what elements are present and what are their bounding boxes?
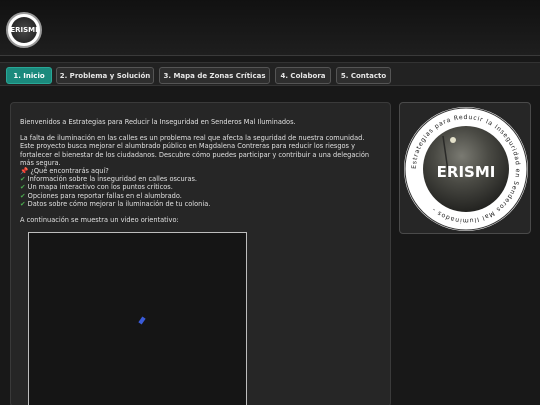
list-item: ✔ Un mapa interactivo con los puntos crí… [20,183,382,191]
logo-small[interactable]: ERISMI [6,12,42,48]
question-text: ¿Qué encontrarás aquí? [30,167,109,176]
tab-inicio[interactable]: 1. Inicio [6,67,52,84]
list-item: ✔ Opciones para reportar fallas en el al… [20,192,382,200]
logo-small-text: ERISMI [10,17,38,43]
tab-contacto[interactable]: 5. Contacto [336,67,391,84]
video-player[interactable] [28,232,247,405]
list-item: ✔ Datos sobre cómo mejorar la iluminació… [20,200,382,208]
list-item-text: Un mapa interactivo con los puntos críti… [27,183,173,192]
mouse-cursor-icon [138,316,146,325]
tab-colabora[interactable]: 4. Colabora [275,67,331,84]
list-item: ✔ Información sobre la inseguridad en ca… [20,175,382,183]
list-item-text: Información sobre la inseguridad en call… [27,175,198,184]
top-header: ERISMI [0,0,540,56]
content-text: Bienvenidos a Estrategias para Reducir l… [20,118,382,224]
video-intro-text: A continuación se muestra un video orien… [20,216,179,225]
tab-problema-solucion[interactable]: 2. Problema y Solución [56,67,154,84]
checkmark-icon: ✔ [20,175,26,184]
seal-center-text: ERISMI [437,163,496,181]
checkmark-icon: ✔ [20,199,26,208]
welcome-text: Bienvenidos a Estrategias para Reducir l… [20,118,296,126]
list-item-text: Opciones para reportar fallas en el alum… [27,191,182,200]
list-item-text: Datos sobre cómo mejorar la iluminación … [27,199,211,208]
question-line: 📌 ¿Qué encontrarás aquí? [20,167,382,175]
checkmark-icon: ✔ [20,191,26,200]
intro-line-4: más segura. [20,158,61,167]
main-content-panel: Bienvenidos a Estrategias para Reducir l… [10,102,391,405]
intro-line-2: Este proyecto busca mejorar el alumbrado… [20,142,355,151]
checkmark-icon: ✔ [20,183,26,192]
nav-bar: 1. Inicio 2. Problema y Solución 3. Mapa… [0,62,540,86]
side-logo-panel: Estrategias para Reducir la Inseguridad … [399,102,531,234]
intro-line-1: La falta de iluminación en las calles es… [20,134,365,143]
erismi-seal-logo: Estrategias para Reducir la Inseguridad … [404,107,528,231]
pushpin-icon: 📌 [20,167,29,176]
tab-mapa-zonas[interactable]: 3. Mapa de Zonas Críticas [159,67,270,84]
intro-line-3: fortalecer el bienestar de los ciudadano… [20,150,370,159]
